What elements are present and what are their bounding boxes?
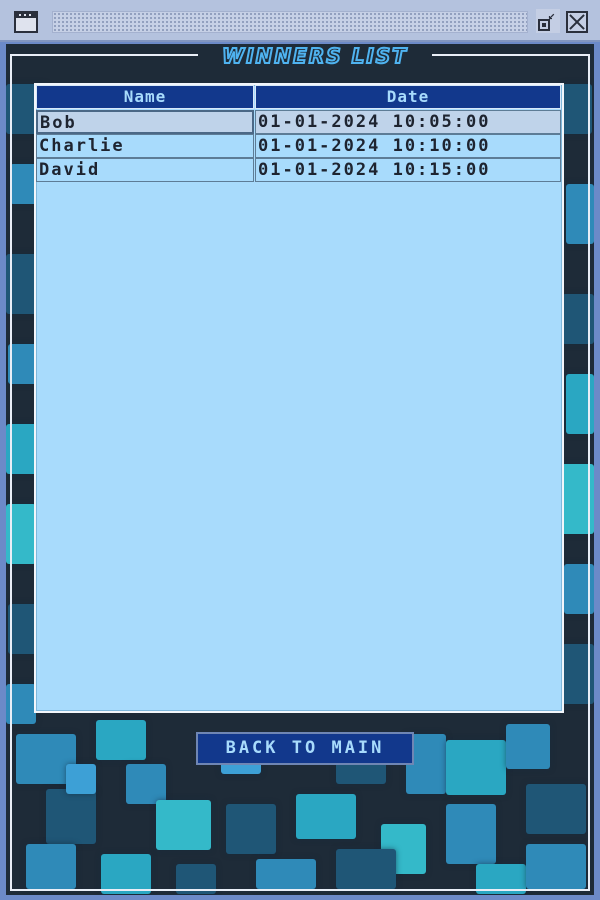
close-button[interactable]: [566, 11, 588, 33]
table-row[interactable]: David 01-01-2024 10:15:00: [36, 158, 562, 182]
window-icon: [14, 11, 38, 33]
cell-name: Charlie: [36, 134, 254, 158]
table-header: Name Date: [36, 85, 562, 109]
title-bar[interactable]: ↙: [0, 0, 600, 42]
cell-date: 01-01-2024 10:10:00: [255, 134, 561, 158]
main-area: WINNERS LIST Name Date Bob 01-01-2024 10…: [6, 44, 594, 895]
title-bar-drag-handle[interactable]: [52, 11, 528, 33]
table-row[interactable]: Charlie 01-01-2024 10:10:00: [36, 134, 562, 158]
cell-name: David: [36, 158, 254, 182]
restore-button[interactable]: ↙: [536, 9, 560, 33]
winners-panel: WINNERS LIST Name Date Bob 01-01-2024 10…: [10, 44, 590, 891]
column-header-name[interactable]: Name: [36, 85, 254, 109]
winners-table: Name Date Bob 01-01-2024 10:05:00 Charli…: [34, 83, 564, 713]
cell-date: 01-01-2024 10:05:00: [255, 110, 561, 134]
column-header-date[interactable]: Date: [255, 85, 561, 109]
cell-date: 01-01-2024 10:15:00: [255, 158, 561, 182]
panel-title: WINNERS LIST: [198, 44, 432, 70]
back-to-main-button[interactable]: BACK TO MAIN: [196, 732, 414, 765]
table-row[interactable]: Bob 01-01-2024 10:05:00: [36, 110, 562, 134]
arrow-icon: ↙: [548, 8, 556, 22]
cell-name: Bob: [36, 110, 254, 134]
